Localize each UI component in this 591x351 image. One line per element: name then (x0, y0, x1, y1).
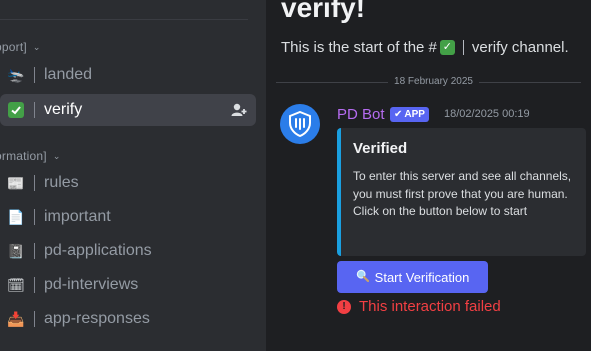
calendar-icon: 🗓 (7, 276, 25, 293)
message-pane: verify! This is the start of the # ✓ ver… (266, 0, 591, 351)
channel-separator (34, 175, 35, 191)
sidebar-divider (0, 19, 248, 20)
chevron-down-icon: ⌄ (32, 41, 41, 52)
category-information[interactable]: ormation] ⌄ (0, 149, 61, 163)
subtitle-prefix: This is the start of the # (281, 39, 437, 56)
channel-separator (34, 67, 35, 83)
sidebar-item-pd-applications[interactable]: 📓 pd-applications (0, 235, 256, 267)
magnifier-icon (356, 269, 369, 285)
channel-separator (34, 102, 35, 118)
sidebar-item-verify[interactable]: verify (0, 94, 256, 126)
sidebar-item-app-responses[interactable]: 📥 app-responses (0, 303, 256, 335)
message-author[interactable]: PD Bot (337, 106, 385, 123)
sidebar-item-important[interactable]: 📄 important (0, 201, 256, 233)
notebook-icon: 📓 (7, 242, 25, 259)
add-user-icon[interactable] (230, 101, 248, 119)
channel-label: app-responses (44, 310, 150, 327)
sidebar-item-landed[interactable]: 🛬 landed (0, 59, 256, 91)
channel-separator (34, 311, 35, 327)
channel-separator (34, 243, 35, 259)
airplane-landing-icon: 🛬 (7, 66, 25, 83)
category-support[interactable]: pport] ⌄ (0, 40, 41, 54)
inbox-icon: 📥 (7, 310, 25, 327)
embed-title: Verified (353, 140, 408, 157)
channel-label: landed (44, 66, 93, 83)
embed-description: To enter this server and see all channel… (353, 169, 572, 218)
category-label: pport] (0, 40, 27, 54)
shield-icon (289, 111, 311, 137)
date-divider-label: 18 February 2025 (388, 76, 479, 87)
subtitle-suffix: verify channel. (471, 39, 569, 56)
document-icon: 📄 (7, 208, 25, 225)
channel-separator (34, 209, 35, 225)
app-badge: ✔ APP (390, 107, 429, 122)
button-label: Start Verification (374, 269, 470, 285)
channel-separator (462, 40, 464, 55)
check-box-icon: ✓ (439, 40, 455, 55)
channel-sidebar: pport] ⌄ 🛬 landed verify ormation] ⌄ 📰 r… (0, 0, 266, 351)
date-divider: 18 February 2025 (266, 76, 591, 87)
start-verification-button[interactable]: Start Verification (337, 261, 488, 293)
app-badge-label: APP (404, 109, 425, 120)
sidebar-item-rules[interactable]: 📰 rules (0, 167, 256, 199)
channel-label: pd-applications (44, 242, 152, 259)
checkmark-icon: ✔ (394, 109, 403, 120)
interaction-error: ! This interaction failed (337, 298, 501, 315)
channel-welcome-subtitle: This is the start of the # ✓ verify chan… (281, 39, 569, 56)
newspaper-icon: 📰 (7, 174, 25, 191)
category-label: ormation] (0, 149, 47, 163)
channel-welcome-title: verify! (281, 0, 366, 23)
check-box-icon (7, 101, 25, 119)
avatar[interactable] (280, 104, 320, 144)
channel-label: verify (44, 101, 83, 118)
channel-label: rules (44, 174, 79, 191)
channel-separator (34, 277, 35, 293)
sidebar-item-pd-interviews[interactable]: 🗓 pd-interviews (0, 269, 256, 301)
message-timestamp: 18/02/2025 00:19 (444, 108, 530, 120)
chevron-down-icon: ⌄ (52, 150, 61, 161)
channel-label: important (44, 208, 111, 225)
error-text: This interaction failed (359, 298, 501, 315)
message-embed: Verified To enter this server and see al… (337, 128, 586, 256)
channel-label: pd-interviews (44, 276, 139, 293)
error-icon: ! (337, 299, 351, 314)
